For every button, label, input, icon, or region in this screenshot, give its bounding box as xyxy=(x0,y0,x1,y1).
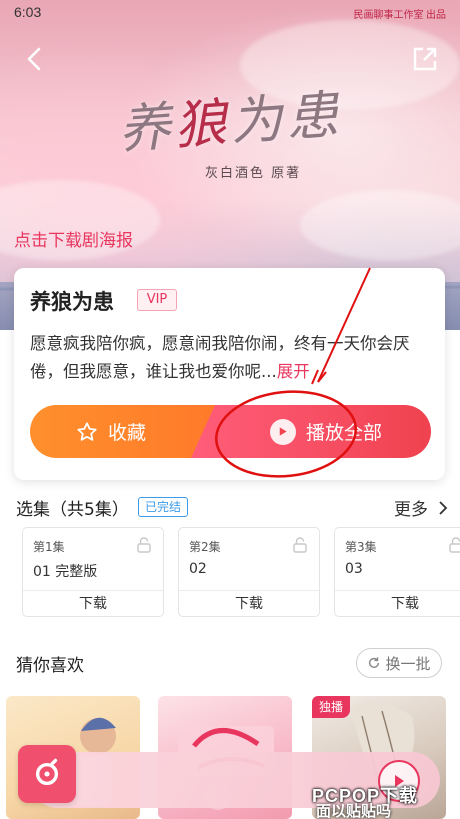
episode-name: 02 xyxy=(189,561,207,577)
share-icon[interactable] xyxy=(412,46,438,72)
cloud-decoration xyxy=(300,190,460,260)
episode-number: 第3集 xyxy=(345,540,377,554)
episodes-status-badge: 已完结 xyxy=(138,497,189,517)
collect-label: 收藏 xyxy=(107,422,146,444)
episode-card[interactable]: 第3集 03 下载 xyxy=(334,527,460,617)
recommend-title: 猜你喜欢 xyxy=(16,656,84,676)
album-title: 养狼为患 xyxy=(30,290,114,314)
episode-download-button[interactable]: 下载 xyxy=(335,590,460,616)
refresh-button[interactable]: 换一批 xyxy=(356,648,442,678)
star-icon xyxy=(77,421,97,441)
episode-download-button[interactable]: 下载 xyxy=(179,590,319,616)
episode-download-button[interactable]: 下载 xyxy=(23,590,163,616)
refresh-icon xyxy=(369,657,380,668)
cover-title-part: 养 xyxy=(116,96,177,161)
app-logo-icon[interactable] xyxy=(18,745,76,803)
album-info-card: 养狼为患 VIP 愿意疯我陪你疯，愿意闹我陪你闹，终有一天你会厌倦，但我愿意，谁… xyxy=(14,268,445,480)
status-time: 6:03 xyxy=(14,4,42,20)
status-right-text: 民画聊事工作室 出品 xyxy=(353,10,447,21)
chevron-right-icon xyxy=(439,500,448,515)
cover-title-art: 养狼为患 xyxy=(116,72,345,162)
episode-number: 第1集 xyxy=(33,540,65,554)
watermark-sub: 面以贴贴吗 xyxy=(316,802,392,819)
cover-author: 灰白酒色 原著 xyxy=(205,166,302,181)
episode-name: 03 xyxy=(345,561,363,577)
episodes-more-link[interactable]: 更多 xyxy=(394,495,450,520)
play-all-button[interactable]: 播放全部 xyxy=(191,405,431,458)
lock-icon xyxy=(449,537,460,553)
description-text: 愿意疯我陪你疯，愿意闹我陪你闹，终有一天你会厌倦，但我愿意，谁让我也爱你呢... xyxy=(30,334,410,381)
play-all-label: 播放全部 xyxy=(305,422,382,444)
lock-icon xyxy=(137,537,151,553)
cover-title-part: 狼 xyxy=(172,93,233,157)
play-icon xyxy=(269,418,296,445)
collect-button[interactable]: 收藏 xyxy=(30,405,216,458)
more-label: 更多 xyxy=(394,500,428,520)
episode-number: 第2集 xyxy=(189,540,221,554)
download-poster-link[interactable]: 点击下载剧海报 xyxy=(14,226,133,251)
lock-icon xyxy=(293,537,307,553)
episode-name: 01 完整版 xyxy=(33,564,98,580)
episodes-header: 选集（共5集） xyxy=(16,500,129,520)
expand-link[interactable]: 展开 xyxy=(277,362,310,381)
refresh-label: 换一批 xyxy=(385,654,431,673)
exclusive-badge: 独播 xyxy=(312,696,350,718)
album-description: 愿意疯我陪你疯，愿意闹我陪你闹，终有一天你会厌倦，但我愿意，谁让我也爱你呢...… xyxy=(30,330,440,386)
cover-title-part: 为患 xyxy=(228,85,345,153)
vip-badge: VIP xyxy=(137,289,177,311)
episode-card[interactable]: 第2集 02 下载 xyxy=(178,527,320,617)
episode-card[interactable]: 第1集 01 完整版 下载 xyxy=(22,527,164,617)
back-icon[interactable] xyxy=(20,44,50,74)
